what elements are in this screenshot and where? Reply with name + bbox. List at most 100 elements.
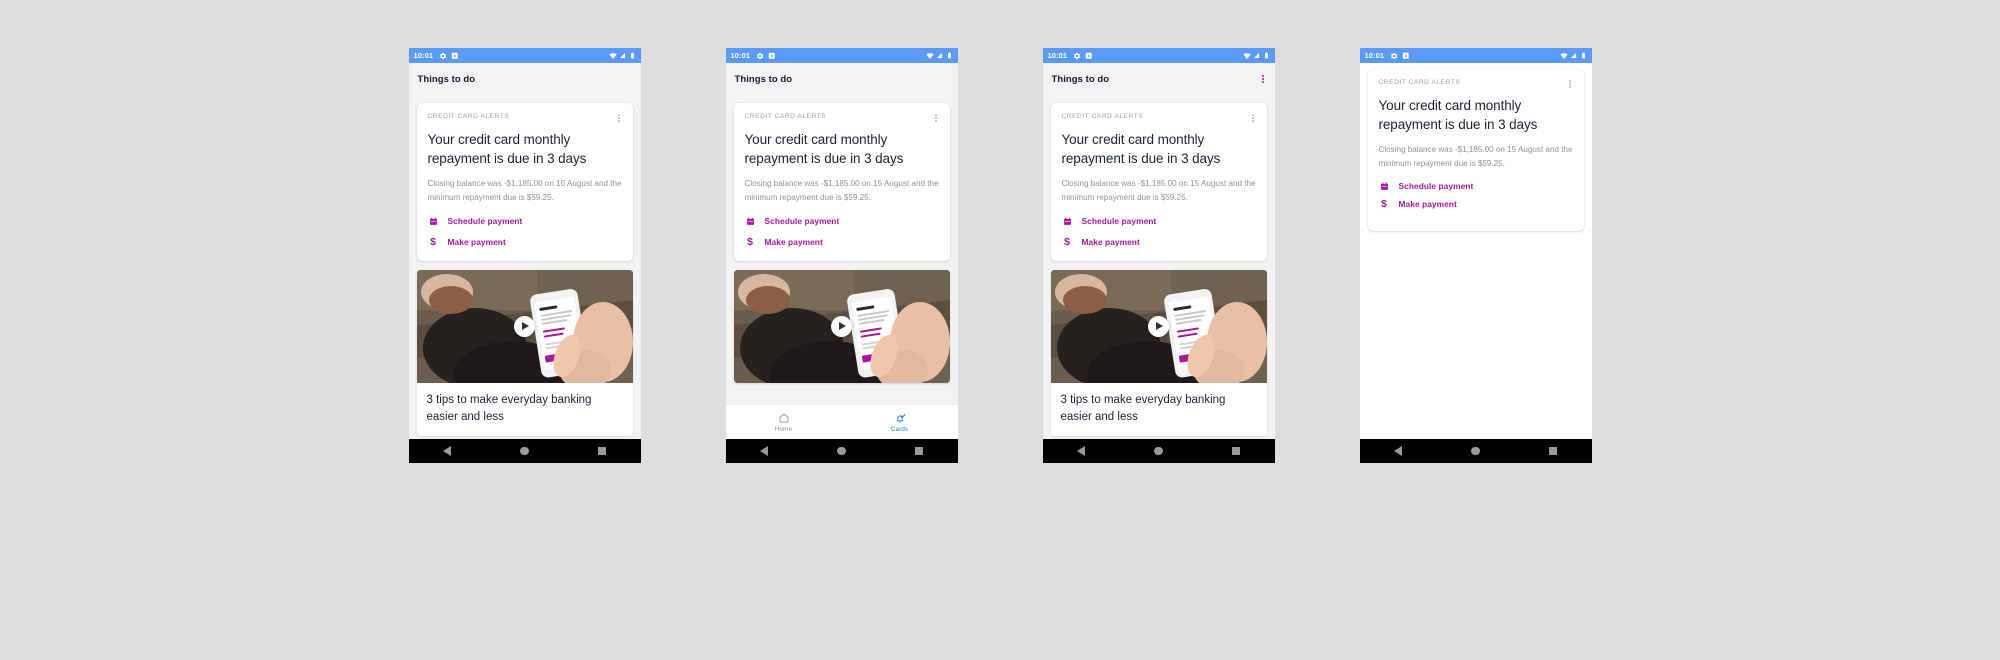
card-body-text: Closing balance was -$1,185.00 on 15 Aug… (744, 179, 939, 203)
article-card[interactable] (733, 269, 950, 383)
status-bar: 10:01 (1359, 48, 1592, 63)
card-actions: Schedule payment $ Make payment (428, 216, 622, 248)
status-bar-right-icons (926, 52, 953, 60)
tab-cards[interactable]: Cards (842, 412, 958, 433)
make-payment-action[interactable]: $ Make payment (428, 237, 622, 248)
scroll-content[interactable]: CREDIT CARD ALERTS Your credit card mont… (408, 95, 641, 439)
home-circle-icon[interactable] (1471, 446, 1480, 456)
calendar-icon (745, 217, 756, 226)
app-badge-icon (768, 52, 776, 60)
wifi-icon (1560, 52, 1568, 60)
status-bar-right-icons (609, 52, 636, 60)
status-bar-time: 10:01 (730, 50, 751, 60)
make-payment-label: Make payment (1081, 237, 1140, 248)
tab-cards-label: Cards (890, 425, 909, 433)
video-thumbnail[interactable] (1050, 269, 1267, 383)
home-circle-icon[interactable] (520, 446, 529, 456)
card-kebab-menu-icon[interactable] (1567, 79, 1573, 89)
schedule-payment-label: Schedule payment (1398, 181, 1474, 192)
page-title: Things to do (1051, 73, 1110, 85)
signal-icon (1253, 52, 1260, 59)
dollar-icon: $ (747, 236, 753, 249)
make-payment-action[interactable]: $ Make payment (1062, 237, 1256, 248)
card-title: Your credit card monthly repayment is du… (744, 132, 904, 167)
card-eyebrow: CREDIT CARD ALERTS (744, 113, 827, 120)
home-circle-icon[interactable] (1154, 446, 1163, 456)
card-eyebrow: CREDIT CARD ALERTS (427, 113, 510, 120)
status-bar: 10:01 (408, 48, 641, 63)
card-actions: Schedule payment $ Make payment (745, 216, 939, 248)
android-nav-bar (725, 439, 958, 463)
make-payment-action[interactable]: $ Make payment (1379, 199, 1573, 210)
article-card[interactable]: 3 tips to make everyday banking easier a… (416, 269, 633, 437)
card-actions: Schedule payment $ Make payment (1379, 181, 1573, 210)
tab-home-label: Home (774, 425, 793, 433)
android-nav-bar (1359, 439, 1592, 463)
make-payment-label: Make payment (447, 237, 506, 248)
status-bar-left-icons (1073, 52, 1093, 60)
card-kebab-menu-icon[interactable] (616, 113, 622, 123)
make-payment-label: Make payment (1398, 199, 1457, 210)
android-nav-bar (408, 439, 641, 463)
status-bar-left-icons (1390, 52, 1410, 60)
wifi-icon (926, 52, 934, 60)
video-thumbnail[interactable] (733, 269, 950, 383)
play-button-icon[interactable] (1148, 315, 1169, 337)
signal-icon (619, 52, 626, 59)
schedule-payment-label: Schedule payment (447, 216, 523, 227)
dollar-icon: $ (430, 236, 436, 249)
video-thumbnail[interactable] (416, 269, 633, 383)
recents-square-icon[interactable] (1231, 447, 1240, 455)
scroll-content[interactable]: CREDIT CARD ALERTS Your credit card mont… (1359, 63, 1592, 439)
app-bar-kebab-menu-icon[interactable] (1260, 72, 1266, 87)
play-button-icon[interactable] (514, 315, 535, 337)
schedule-payment-action[interactable]: Schedule payment (1062, 216, 1256, 226)
status-bar: 10:01 (725, 48, 958, 63)
card-eyebrow: CREDIT CARD ALERTS (1061, 113, 1144, 120)
recents-square-icon[interactable] (597, 447, 606, 455)
recents-square-icon[interactable] (1548, 447, 1557, 455)
status-bar-time: 10:01 (1047, 50, 1068, 60)
dollar-icon: $ (1064, 236, 1070, 249)
phone-screen-4: 10:01 CREDIT CARD ALERTS Your credit car… (1359, 48, 1592, 463)
tab-home[interactable]: Home (726, 412, 842, 433)
home-circle-icon[interactable] (837, 446, 846, 456)
back-triangle-icon[interactable] (1077, 446, 1086, 456)
schedule-payment-action[interactable]: Schedule payment (745, 216, 939, 226)
status-bar-left-icons (439, 52, 459, 60)
card-actions: Schedule payment $ Make payment (1062, 216, 1256, 248)
battery-icon (946, 52, 953, 59)
back-triangle-icon[interactable] (1394, 446, 1403, 456)
card-kebab-menu-icon[interactable] (1250, 113, 1256, 123)
battery-icon (629, 52, 636, 59)
android-nav-bar (1042, 439, 1275, 463)
gear-icon (756, 52, 764, 60)
schedule-payment-action[interactable]: Schedule payment (1379, 181, 1573, 191)
play-button-icon[interactable] (831, 315, 852, 337)
article-title: 3 tips to make everyday banking easier a… (1060, 393, 1226, 423)
card-kebab-menu-icon[interactable] (933, 113, 939, 123)
app-bar: Things to do (725, 63, 958, 95)
battery-icon (1580, 52, 1587, 59)
page-title: Things to do (417, 73, 476, 85)
article-title: 3 tips to make everyday banking easier a… (426, 393, 592, 423)
phone-screen-2: 10:01 Things to do CREDIT CARD ALERTS Yo… (725, 48, 958, 463)
back-triangle-icon[interactable] (760, 446, 769, 456)
calendar-icon (428, 217, 439, 226)
phone-screen-3: 10:01 Things to do CREDIT CARD ALERTS Yo… (1042, 48, 1275, 463)
back-triangle-icon[interactable] (443, 446, 452, 456)
make-payment-action[interactable]: $ Make payment (745, 237, 939, 248)
article-card[interactable]: 3 tips to make everyday banking easier a… (1050, 269, 1267, 437)
scroll-content[interactable]: CREDIT CARD ALERTS Your credit card mont… (725, 95, 958, 404)
card-title: Your credit card monthly repayment is du… (1378, 98, 1538, 133)
schedule-payment-action[interactable]: Schedule payment (428, 216, 622, 226)
recents-square-icon[interactable] (914, 447, 923, 455)
card-body-text: Closing balance was -$1,185.00 on 15 Aug… (1378, 145, 1573, 169)
status-bar-right-icons (1243, 52, 1270, 60)
make-payment-label: Make payment (764, 237, 823, 248)
home-icon (778, 412, 790, 424)
credit-card-alert-card: CREDIT CARD ALERTS Your credit card mont… (1367, 69, 1584, 231)
app-bar: Things to do (408, 63, 641, 95)
scroll-content[interactable]: CREDIT CARD ALERTS Your credit card mont… (1042, 95, 1275, 439)
phone-screen-1: 10:01 Things to do CREDIT CARD ALERTS Yo… (408, 48, 641, 463)
